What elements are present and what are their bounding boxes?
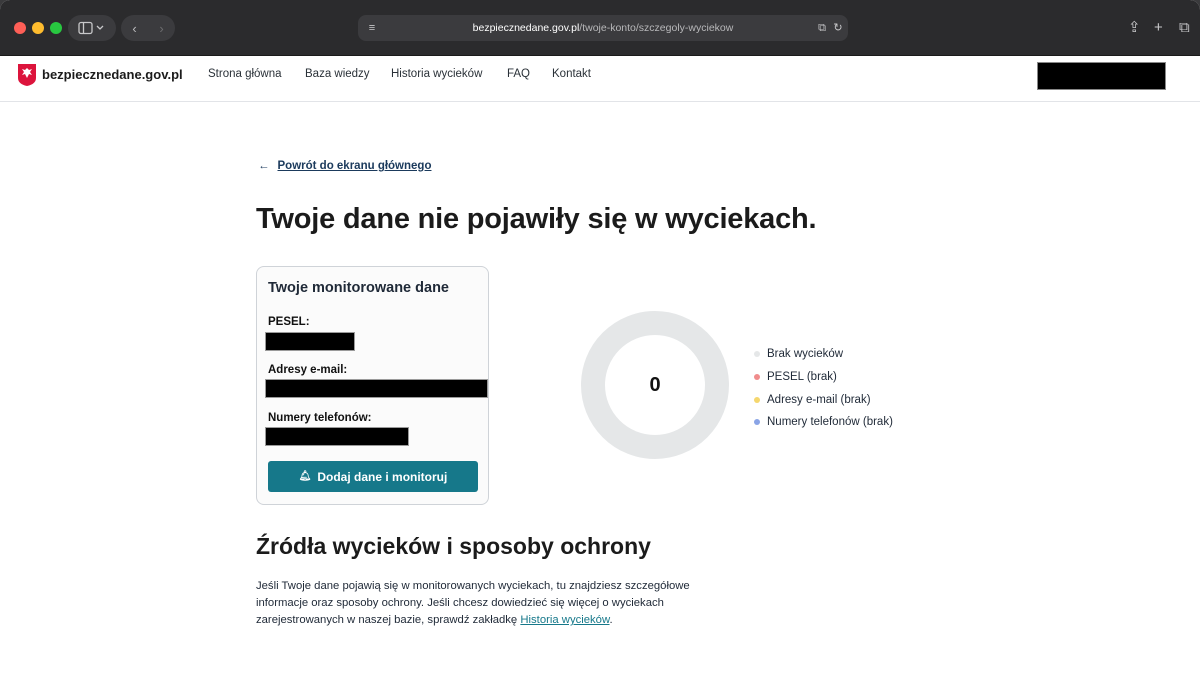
legend-item[interactable]: Adresy e-mail (brak) — [754, 388, 893, 411]
phone-value-redacted — [265, 427, 409, 446]
minimize-window-button[interactable] — [32, 22, 44, 34]
reload-icon[interactable]: ↻ — [832, 22, 844, 34]
add-data-monitor-label: Dodaj dane i monitoruj — [317, 469, 448, 484]
legend-label: PESEL (brak) — [767, 371, 837, 384]
sources-title: Źródła wycieków i sposoby ochrony — [256, 533, 651, 559]
back-link[interactable]: ← Powrót do ekranu głównego — [258, 160, 431, 172]
zoom-window-button[interactable] — [50, 22, 62, 34]
monitored-data-card: Twoje monitorowane dane PESEL: Adresy e-… — [256, 266, 489, 505]
share-icon[interactable]: ⇪ — [1128, 16, 1141, 40]
card-title: Twoje monitorowane dane — [268, 280, 449, 296]
donut-center-value: 0 — [649, 373, 661, 396]
sources-text-body: Jeśli Twoje dane pojawią się w monitorow… — [256, 580, 690, 626]
page-settings-icon[interactable]: ≡ — [366, 22, 378, 34]
legend-dot — [754, 396, 760, 403]
nav-leak-history[interactable]: Historia wycieków — [391, 68, 482, 80]
legend-label: Adresy e-mail (brak) — [767, 393, 871, 406]
pesel-label: PESEL: — [268, 316, 310, 328]
back-icon[interactable]: ‹ — [121, 21, 148, 36]
translate-icon[interactable]: ⧉ — [816, 22, 828, 34]
add-data-monitor-button[interactable]: 🔔︎ Dodaj dane i monitoruj — [268, 461, 478, 492]
nav-faq[interactable]: FAQ — [507, 68, 530, 80]
back-link-label: Powrót do ekranu głównego — [277, 160, 432, 172]
site-header: bezpiecznedane.gov.pl Strona główna Baza… — [0, 56, 1200, 102]
new-tab-icon[interactable]: + — [1154, 16, 1163, 40]
site-brand[interactable]: bezpiecznedane.gov.pl — [42, 67, 183, 82]
email-label: Adresy e-mail: — [268, 364, 348, 376]
sidebar-toggle-button[interactable] — [68, 15, 116, 41]
address-bar[interactable]: ≡ bezpiecznedane.gov.pl/twoje-konto/szcz… — [358, 15, 848, 41]
leak-donut-chart: 0 — [580, 310, 730, 460]
browser-toolbar: ‹ › ≡ bezpiecznedane.gov.pl/twoje-konto/… — [0, 0, 1200, 56]
legend-dot — [754, 419, 760, 426]
account-button-redacted[interactable] — [1037, 62, 1166, 90]
sidebar-icon — [78, 21, 104, 35]
legend-item[interactable]: Numery telefonów (brak) — [754, 411, 893, 434]
sources-text: Jeśli Twoje dane pojawią się w monitorow… — [256, 578, 716, 629]
page-title: Twoje dane nie pojawiły się w wyciekach. — [256, 203, 817, 235]
leak-history-link[interactable]: Historia wycieków — [520, 614, 609, 626]
history-nav-group: ‹ › — [121, 15, 175, 41]
chart-legend: Brak wycieków PESEL (brak) Adresy e-mail… — [754, 343, 893, 434]
legend-item[interactable]: PESEL (brak) — [754, 366, 893, 389]
sources-text-end: . — [609, 614, 613, 626]
nav-knowledge-base[interactable]: Baza wiedzy — [305, 68, 370, 80]
tab-overview-icon[interactable]: ⧉ — [1179, 16, 1190, 40]
url-path: /twoje-konto/szczegoly-wyciekow — [579, 22, 734, 34]
nav-contact[interactable]: Kontakt — [552, 68, 591, 80]
url-domain: bezpiecznedane.gov.pl — [472, 22, 580, 34]
forward-icon[interactable]: › — [148, 21, 175, 36]
legend-dot — [754, 374, 760, 381]
email-value-redacted — [265, 379, 488, 398]
eagle-emblem-icon[interactable] — [17, 63, 37, 87]
legend-label: Brak wycieków — [767, 348, 844, 361]
legend-label: Numery telefonów (brak) — [767, 416, 893, 429]
nav-home[interactable]: Strona główna — [208, 68, 282, 80]
bell-icon: 🔔︎ — [298, 471, 312, 482]
close-window-button[interactable] — [14, 22, 26, 34]
browser-window: ‹ › ≡ bezpiecznedane.gov.pl/twoje-konto/… — [0, 0, 1200, 678]
phone-label: Numery telefonów: — [268, 412, 372, 424]
legend-item[interactable]: Brak wycieków — [754, 343, 893, 366]
legend-dot — [754, 351, 760, 358]
arrow-left-icon: ← — [258, 160, 270, 172]
pesel-value-redacted — [265, 332, 355, 351]
